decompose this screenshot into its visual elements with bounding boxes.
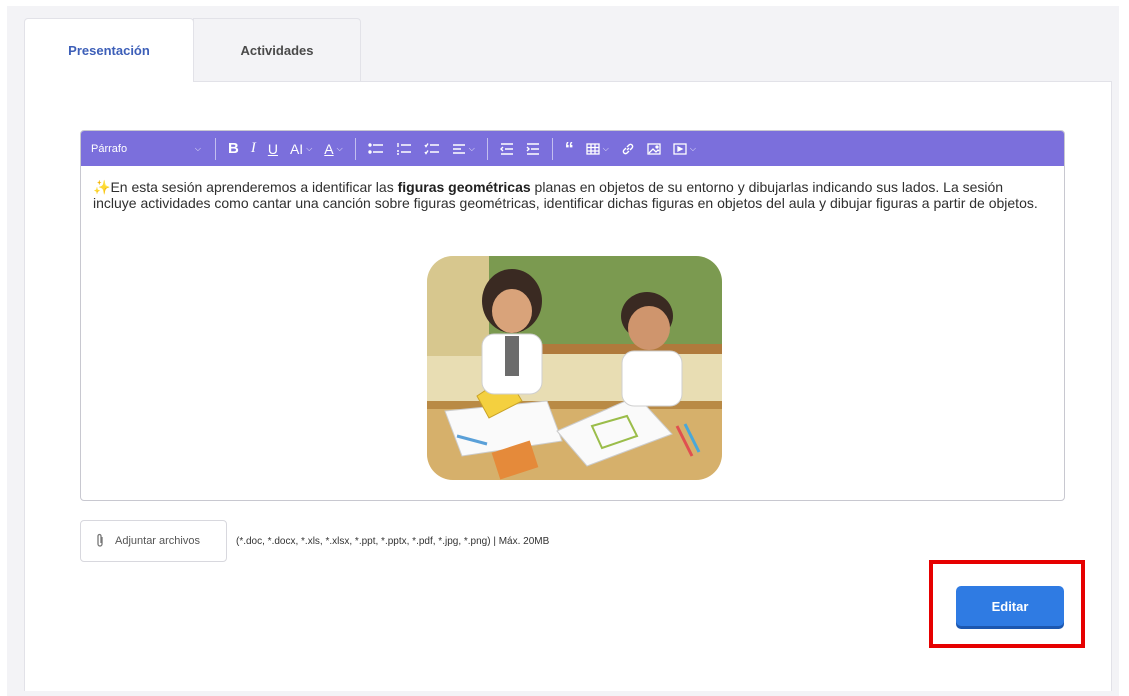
chevron-down-icon: ⌵ xyxy=(306,143,313,153)
toolbar-divider xyxy=(551,137,553,160)
toolbar-divider xyxy=(486,137,488,160)
sparkle-icon: ✨ xyxy=(93,179,111,195)
toolbar-divider xyxy=(354,137,356,160)
image-icon xyxy=(647,142,661,155)
attach-files-label: Adjuntar archivos xyxy=(115,535,200,547)
chevron-down-icon: ⌵ xyxy=(689,143,696,153)
link-icon xyxy=(622,143,634,154)
numbered-list-button[interactable] xyxy=(390,142,418,156)
bold-button[interactable]: B xyxy=(222,141,245,156)
font-size-button[interactable]: AI ⌵ xyxy=(284,142,318,156)
paragraph-style-select[interactable]: Párrafo ⌵ xyxy=(91,143,209,155)
outdent-button[interactable] xyxy=(494,142,520,155)
paperclip-icon xyxy=(97,533,103,547)
content-text-before: En esta sesión aprenderemos a identifica… xyxy=(110,179,398,195)
table-button[interactable]: ⌵ xyxy=(580,142,615,155)
chevron-down-icon: ⌵ xyxy=(336,143,343,153)
editor-content[interactable]: ✨En esta sesión aprenderemos a identific… xyxy=(81,166,1064,211)
font-color-label: A xyxy=(324,140,334,157)
image-button[interactable] xyxy=(641,142,667,155)
quote-icon: “ xyxy=(564,138,574,159)
chevron-down-icon: ⌵ xyxy=(602,143,609,153)
align-left-icon xyxy=(452,143,465,154)
numbered-list-icon xyxy=(396,142,411,155)
font-color-button[interactable]: A ⌵ xyxy=(318,142,348,156)
media-button[interactable]: ⌵ xyxy=(667,142,702,155)
chevron-down-icon: ⌵ xyxy=(194,143,201,153)
italic-button[interactable]: I xyxy=(245,141,262,156)
content-bold-text: figuras geométricas xyxy=(397,179,531,195)
tab-actividades[interactable]: Actividades xyxy=(193,18,361,82)
editor-toolbar: Párrafo ⌵ B I U AI ⌵ A ⌵ ⌵ “ ⌵ ⌵ xyxy=(81,131,1064,166)
tab-presentacion[interactable]: Presentación xyxy=(24,18,194,82)
chevron-down-icon: ⌵ xyxy=(468,143,475,153)
outdent-icon xyxy=(499,142,513,155)
font-size-label: AI xyxy=(289,140,304,157)
classroom-illustration-image xyxy=(427,256,722,480)
checklist-icon xyxy=(424,142,439,155)
underline-button[interactable]: U xyxy=(262,142,284,156)
link-button[interactable] xyxy=(615,142,641,156)
media-embed-icon xyxy=(673,142,687,155)
rich-text-editor[interactable]: Párrafo ⌵ B I U AI ⌵ A ⌵ ⌵ “ ⌵ ⌵ ✨En est… xyxy=(80,130,1065,501)
table-icon xyxy=(586,142,600,155)
indent-icon xyxy=(526,142,539,155)
blockquote-button[interactable]: “ xyxy=(559,138,580,159)
bulleted-list-icon xyxy=(368,142,383,154)
align-button[interactable]: ⌵ xyxy=(446,143,481,155)
toolbar-divider xyxy=(215,137,216,160)
paragraph-style-label: Párrafo xyxy=(91,142,128,155)
checklist-button[interactable] xyxy=(418,142,446,156)
indent-button[interactable] xyxy=(520,142,546,155)
highlight-box xyxy=(929,560,1085,648)
allowed-formats-text: (*.doc, *.docx, *.xls, *.xlsx, *.ppt, *.… xyxy=(236,536,550,547)
attach-files-button[interactable]: Adjuntar archivos xyxy=(80,520,227,562)
bulleted-list-button[interactable] xyxy=(362,142,390,156)
